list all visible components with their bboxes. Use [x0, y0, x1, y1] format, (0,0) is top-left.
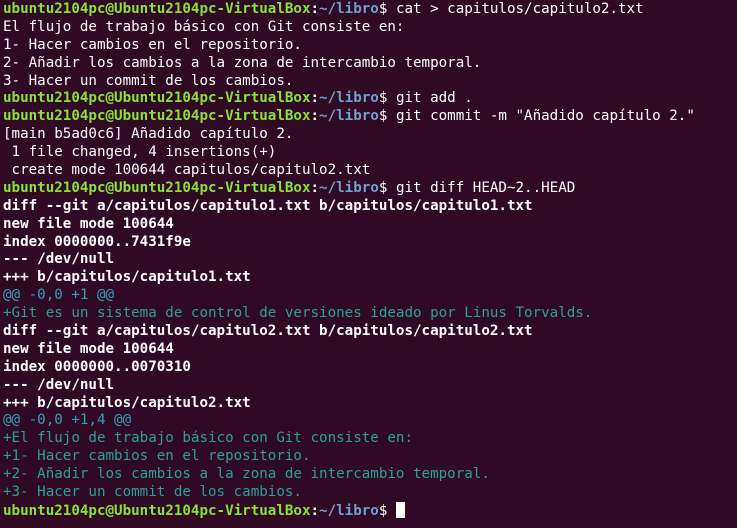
prompt-dollar: $: [378, 1, 396, 17]
prompt-path: ~/libro: [319, 179, 379, 196]
line-text: --- /dev/null: [3, 251, 115, 268]
line-text: index 0000000..7431f9e: [3, 233, 191, 250]
prompt-user-host: ubuntu2104pc@Ubuntu2104pc-VirtualBox: [3, 108, 311, 125]
line-text: +++ b/capitulos/capitulo1.txt: [3, 269, 251, 286]
diff-header-line: new file mode 100644: [3, 216, 737, 234]
diff-header-line: index 0000000..7431f9e: [3, 234, 737, 252]
diff-header-line: index 0000000..0070310: [3, 359, 737, 377]
prompt-dollar: $: [378, 179, 396, 196]
prompt-colon: :: [310, 1, 320, 17]
prompt-line: ubuntu2104pc@Ubuntu2104pc-VirtualBox:~/l…: [3, 108, 737, 126]
prompt-user-host: ubuntu2104pc@Ubuntu2104pc-VirtualBox: [3, 502, 311, 519]
line-text: create mode 100644 capitulos/capitulo2.t…: [3, 162, 371, 179]
diff-hunk-line: @@ -0,0 +1,4 @@: [3, 412, 737, 430]
prompt-line: ubuntu2104pc@Ubuntu2104pc-VirtualBox:~/l…: [3, 90, 737, 108]
prompt-user-host: ubuntu2104pc@Ubuntu2104pc-VirtualBox: [3, 90, 311, 107]
line-text: 2- Añadir los cambios a la zona de inter…: [3, 54, 482, 71]
diff-header-line: +++ b/capitulos/capitulo2.txt: [3, 395, 737, 413]
diff-added-line: +Git es un sistema de control de version…: [3, 305, 737, 323]
diff-header-line: new file mode 100644: [3, 341, 737, 359]
output-line: El flujo de trabajo básico con Git consi…: [3, 19, 737, 37]
line-text: +Git es un sistema de control de version…: [3, 305, 593, 322]
command-text: git add .: [395, 90, 473, 107]
command-text: git commit -m "Añadido capítulo 2.": [395, 108, 695, 125]
prompt-line: ubuntu2104pc@Ubuntu2104pc-VirtualBox:~/l…: [3, 180, 737, 198]
diff-header-line: +++ b/capitulos/capitulo1.txt: [3, 269, 737, 287]
line-text: +1- Hacer cambios en el repositorio.: [3, 448, 311, 465]
prompt-colon: :: [310, 90, 320, 107]
line-text: +2- Añadir los cambios a la zona de inte…: [3, 466, 490, 483]
diff-added-line: +2- Añadir los cambios a la zona de inte…: [3, 466, 737, 484]
diff-added-line: +1- Hacer cambios en el repositorio.: [3, 448, 737, 466]
prompt-user-host: ubuntu2104pc@Ubuntu2104pc-VirtualBox: [3, 179, 311, 196]
prompt-path: ~/libro: [319, 90, 379, 107]
prompt-line: ubuntu2104pc@Ubuntu2104pc-VirtualBox:~/l…: [3, 501, 737, 520]
diff-header-line: diff --git a/capitulos/capitulo1.txt b/c…: [3, 198, 737, 216]
line-text: new file mode 100644: [3, 340, 174, 357]
diff-header-line: --- /dev/null: [3, 251, 737, 269]
output-line: create mode 100644 capitulos/capitulo2.t…: [3, 162, 737, 180]
line-text: @@ -0,0 +1,4 @@: [3, 412, 132, 429]
output-line: 2- Añadir los cambios a la zona de inter…: [3, 55, 737, 73]
prompt-user-host: ubuntu2104pc@Ubuntu2104pc-VirtualBox: [3, 1, 311, 17]
line-text: 1- Hacer cambios en el repositorio.: [3, 36, 302, 53]
prompt-colon: :: [310, 179, 320, 196]
command-text: cat > capitulos/capitulo2.txt: [395, 1, 644, 17]
prompt-dollar: $: [378, 502, 396, 519]
output-line: 1- Hacer cambios en el repositorio.: [3, 37, 737, 55]
diff-header-line: diff --git a/capitulos/capitulo2.txt b/c…: [3, 323, 737, 341]
line-text: diff --git a/capitulos/capitulo2.txt b/c…: [3, 323, 533, 340]
diff-hunk-line: @@ -0,0 +1 @@: [3, 287, 737, 305]
line-text: 1 file changed, 4 insertions(+): [3, 144, 277, 161]
command-text: git diff HEAD~2..HEAD: [395, 179, 576, 196]
line-text: [main b5ad0c6] Añadido capítulo 2.: [3, 126, 294, 143]
line-text: new file mode 100644: [3, 215, 174, 232]
prompt-colon: :: [310, 502, 320, 519]
output-line: 3- Hacer un commit de los cambios.: [3, 73, 737, 91]
prompt-line: ubuntu2104pc@Ubuntu2104pc-VirtualBox:~/l…: [3, 1, 737, 19]
diff-added-line: +El flujo de trabajo básico con Git cons…: [3, 430, 737, 448]
prompt-path: ~/libro: [319, 108, 379, 125]
line-text: index 0000000..0070310: [3, 358, 191, 375]
prompt-path: ~/libro: [319, 502, 379, 519]
diff-added-line: +3- Hacer un commit de los cambios.: [3, 484, 737, 502]
output-line: [main b5ad0c6] Añadido capítulo 2.: [3, 126, 737, 144]
prompt-dollar: $: [378, 90, 396, 107]
line-text: diff --git a/capitulos/capitulo1.txt b/c…: [3, 197, 533, 214]
prompt-colon: :: [310, 108, 320, 125]
line-text: +++ b/capitulos/capitulo2.txt: [3, 394, 251, 411]
line-text: @@ -0,0 +1 @@: [3, 287, 115, 304]
cursor-block: [395, 501, 405, 518]
terminal-window[interactable]: ubuntu2104pc@Ubuntu2104pc-VirtualBox:~/l…: [0, 0, 737, 528]
line-text: +El flujo de trabajo básico con Git cons…: [3, 430, 413, 447]
prompt-dollar: $: [378, 108, 396, 125]
prompt-path: ~/libro: [319, 1, 379, 17]
line-text: --- /dev/null: [3, 376, 115, 393]
line-text: 3- Hacer un commit de los cambios.: [3, 72, 294, 89]
output-line: 1 file changed, 4 insertions(+): [3, 144, 737, 162]
line-text: El flujo de trabajo básico con Git consi…: [3, 18, 405, 35]
line-text: +3- Hacer un commit de los cambios.: [3, 484, 302, 501]
diff-header-line: --- /dev/null: [3, 377, 737, 395]
